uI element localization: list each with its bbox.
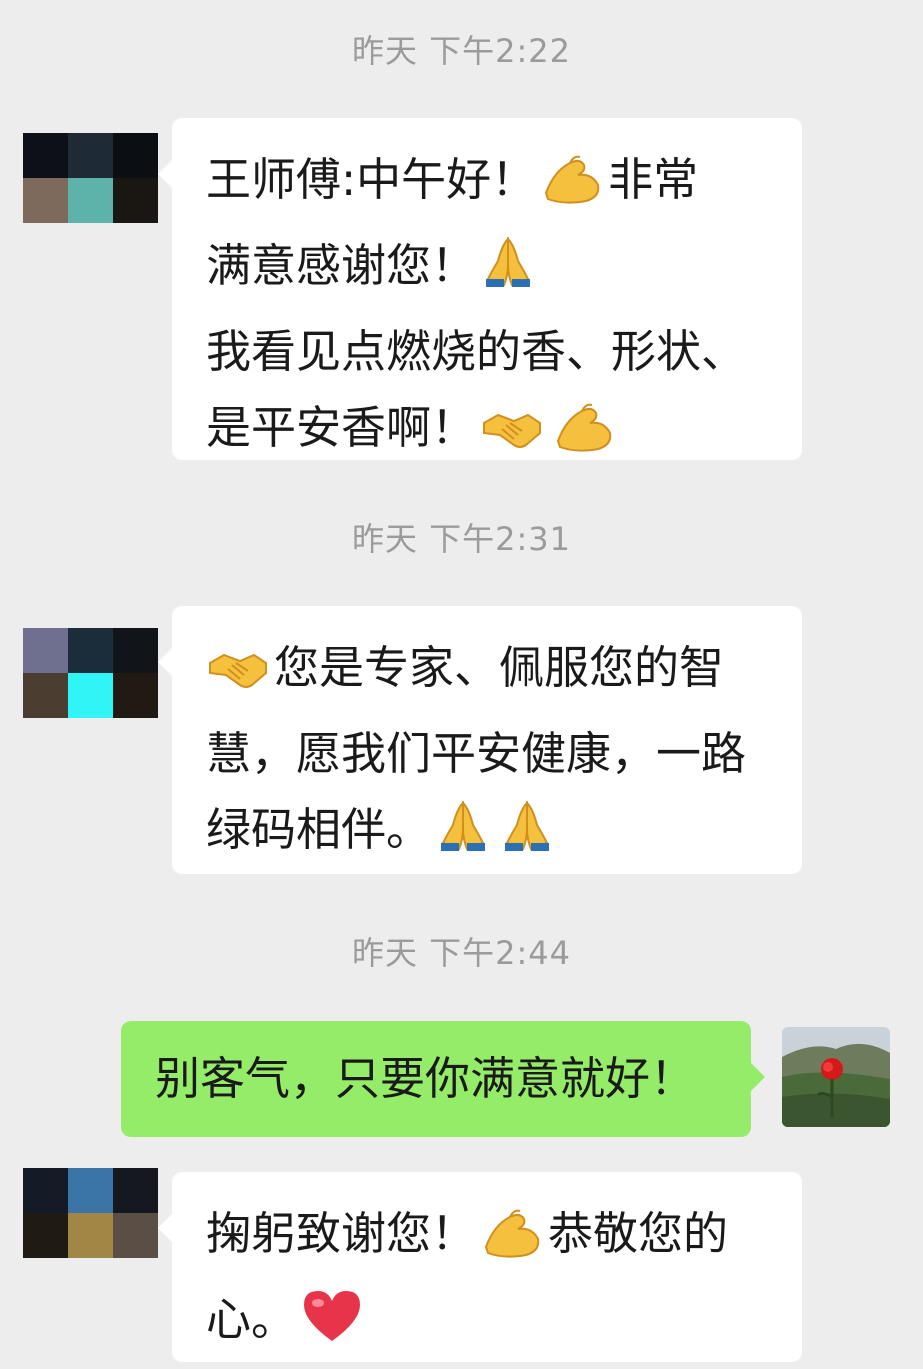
message-text: 非常 bbox=[608, 153, 699, 206]
message-line: 满意感谢您！ bbox=[206, 228, 772, 314]
message-bubble[interactable]: 您是专家、佩服您的智 慧，愿我们平安健康，一路 绿码相伴。 bbox=[158, 606, 802, 874]
avatar-pixel bbox=[113, 1213, 158, 1258]
avatar-pixel bbox=[113, 673, 158, 718]
avatar-pixel bbox=[113, 178, 158, 223]
message-line: 绿码相伴。 bbox=[206, 792, 772, 878]
timestamp: 昨天 下午2:44 bbox=[351, 934, 572, 972]
message-bubble[interactable]: 掬躬致谢您！ 恭敬您的 心。 bbox=[158, 1172, 802, 1362]
message-line: 心。 bbox=[206, 1282, 772, 1368]
message-text: 掬躬致谢您！ bbox=[206, 1207, 477, 1260]
message-text: 我看见点燃烧的香、形状、 bbox=[206, 325, 747, 378]
avatar-pixel bbox=[23, 628, 68, 673]
message-text: 是平安香啊！ bbox=[206, 401, 477, 454]
message-text: 慧，愿我们平安健康，一路 bbox=[206, 727, 747, 780]
avatar-pixel bbox=[68, 178, 113, 223]
timestamp: 昨天 下午2:22 bbox=[351, 32, 572, 70]
avatar[interactable] bbox=[23, 133, 158, 223]
message-text: 心。 bbox=[206, 1293, 297, 1346]
avatar-pixel bbox=[113, 1168, 158, 1213]
message-text: 王师傅:中午好！ bbox=[206, 153, 537, 206]
message-bubble[interactable]: 王师傅:中午好！ 非常 满意感谢您！ 我看见点燃烧的香、形状、 是平安香啊！ bbox=[158, 118, 802, 460]
message-text: 恭敬您的 bbox=[548, 1207, 729, 1260]
message-text: 别客气，只要你满意就好！ bbox=[155, 1052, 696, 1105]
avatar-pixel bbox=[23, 1168, 68, 1213]
chat-area: 昨天 下午2:22 王师傅:中午好！ 非常 满意感谢您！ 我看见点燃烧的香、形状… bbox=[0, 0, 923, 1369]
avatar-pixel bbox=[68, 673, 113, 718]
message-line: 王师傅:中午好！ 非常 bbox=[206, 142, 772, 228]
folded-hands-icon bbox=[435, 799, 491, 878]
ok-hand-icon bbox=[552, 400, 616, 476]
heart-icon bbox=[300, 1287, 364, 1368]
self-avatar[interactable] bbox=[782, 1027, 890, 1127]
timestamp: 昨天 下午2:31 bbox=[351, 520, 572, 558]
message-text: 满意感谢您！ bbox=[206, 239, 477, 292]
avatar-pixel bbox=[113, 133, 158, 178]
folded-hands-icon bbox=[499, 799, 555, 878]
message-line: 我看见点燃烧的香、形状、 bbox=[206, 314, 772, 390]
folded-hands-icon bbox=[480, 235, 536, 314]
avatar-pixel bbox=[23, 178, 68, 223]
ok-hand-icon bbox=[540, 152, 604, 228]
ok-hand-icon bbox=[480, 1206, 544, 1282]
message-line: 慧，愿我们平安健康，一路 bbox=[206, 716, 772, 792]
handshake-icon bbox=[206, 640, 270, 716]
avatar-pixel bbox=[68, 628, 113, 673]
rose-landscape-photo bbox=[782, 1027, 890, 1127]
handshake-icon bbox=[480, 400, 544, 476]
message-text: 您是专家、佩服您的智 bbox=[274, 641, 725, 694]
avatar[interactable] bbox=[23, 628, 158, 718]
avatar[interactable] bbox=[23, 1168, 158, 1258]
avatar-pixel bbox=[113, 628, 158, 673]
avatar-pixel bbox=[68, 1213, 113, 1258]
message-line: 您是专家、佩服您的智 bbox=[206, 630, 772, 716]
avatar-pixel bbox=[68, 133, 113, 178]
message-line: 掬躬致谢您！ 恭敬您的 bbox=[206, 1196, 772, 1282]
message-bubble-self[interactable]: 别客气，只要你满意就好！ bbox=[121, 1021, 765, 1137]
message-text: 绿码相伴。 bbox=[206, 803, 432, 856]
avatar-pixel bbox=[23, 133, 68, 178]
avatar-pixel bbox=[23, 673, 68, 718]
avatar-pixel bbox=[23, 1213, 68, 1258]
avatar-pixel bbox=[68, 1168, 113, 1213]
message-line: 是平安香啊！ bbox=[206, 390, 772, 476]
